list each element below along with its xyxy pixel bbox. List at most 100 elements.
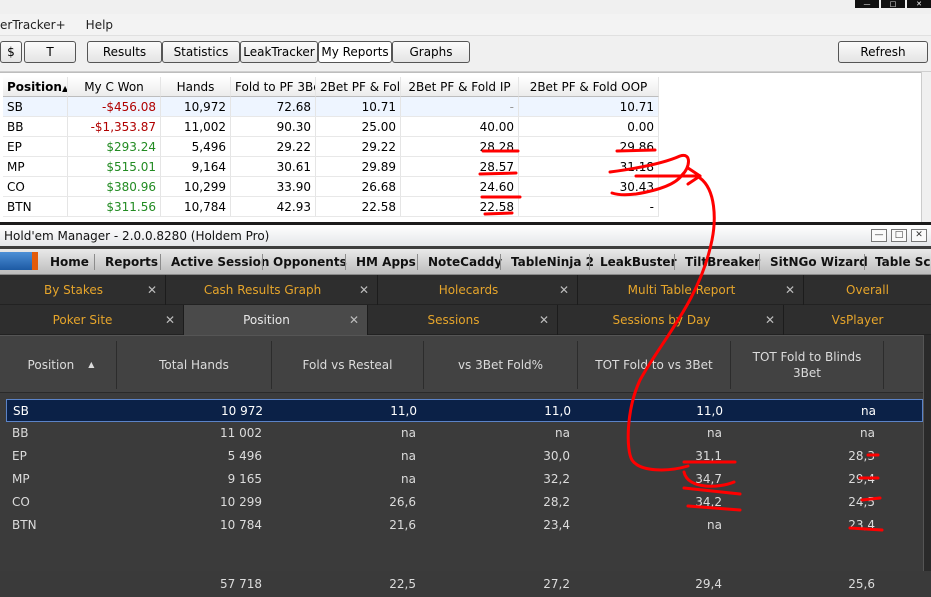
tab-multi-table-report[interactable]: Multi Table Report ✕ — [578, 275, 804, 305]
tab-label: Cash Results Graph — [203, 283, 322, 297]
col-header-position[interactable]: Position▲ — [3, 77, 68, 97]
table-cell: 9,164 — [161, 157, 231, 177]
holdem-manager-window: Hold'em Manager - 2.0.0.8280 (Holdem Pro… — [0, 222, 931, 597]
col-header-2bet-fold-ip[interactable]: 2Bet PF & Fold IP — [401, 77, 519, 97]
myreports-button[interactable]: My Reports — [318, 41, 392, 63]
tab-cash-results-graph[interactable]: Cash Results Graph ✕ — [166, 275, 378, 305]
footer-tot-fold-blinds-3bet: 25,6 — [848, 577, 875, 591]
hm-logo-icon[interactable] — [0, 252, 38, 270]
close-tab-icon[interactable]: ✕ — [147, 275, 157, 305]
close-tab-icon[interactable]: ✕ — [165, 305, 175, 335]
table-cell: 10,972 — [161, 97, 231, 117]
menu-item-active-session[interactable]: Active Session — [171, 249, 269, 275]
dollar-button[interactable]: $ — [0, 41, 22, 63]
table-cell: 28,3 — [848, 449, 875, 463]
close-tab-icon[interactable]: ✕ — [559, 275, 569, 305]
hm-window-title: Hold'em Manager - 2.0.0.8280 (Holdem Pro… — [4, 229, 270, 243]
col-header-fold-vs-resteal[interactable]: Fold vs Resteal — [272, 341, 424, 389]
table-row[interactable]: CO 10 299 26,6 28,2 34,2 24,5 — [6, 491, 923, 514]
menu-item-hm-apps[interactable]: HM Apps — [356, 249, 416, 275]
close-tab-icon[interactable]: ✕ — [349, 305, 359, 335]
tab-position[interactable]: Position ✕ — [184, 305, 368, 335]
menu-item-sitngo-wizard[interactable]: SitNGo Wizard — [770, 249, 868, 275]
table-row[interactable]: MP $515.01 9,164 30.61 29.89 28.57 31.18 — [3, 157, 659, 177]
tab-poker-site[interactable]: Poker Site ✕ — [0, 305, 184, 335]
table-cell: 29.86 — [519, 137, 659, 157]
tab-sessions[interactable]: Sessions ✕ — [368, 305, 558, 335]
table-cell: 23,4 — [543, 518, 570, 532]
menu-item-reports[interactable]: Reports — [105, 249, 158, 275]
close-tab-icon[interactable]: ✕ — [539, 305, 549, 335]
table-row[interactable]: BTN $311.56 10,784 42.93 22.58 22.58- — [3, 197, 659, 217]
col-header-position-label: Position — [7, 80, 62, 94]
table-row[interactable]: BB 11 002 na na na na — [6, 422, 923, 445]
results-button[interactable]: Results — [87, 41, 162, 63]
table-cell: $293.24 — [68, 137, 161, 157]
minimize-icon[interactable]: — — [855, 0, 879, 8]
pt-scrollbar[interactable] — [921, 72, 931, 222]
col-header-tot-fold-vs-3bet[interactable]: TOT Fold to vs 3Bet — [578, 341, 731, 389]
t-button[interactable]: T — [24, 41, 76, 63]
table-cell: na — [861, 404, 876, 418]
close-tab-icon[interactable]: ✕ — [765, 305, 775, 335]
table-cell: 24,5 — [848, 495, 875, 509]
col-header-tot-fold-blinds-3bet[interactable]: TOT Fold to Blinds 3Bet — [731, 341, 884, 389]
menu-item-leakbuster[interactable]: LeakBuster — [600, 249, 677, 275]
menu-item-tiltbreaker[interactable]: TiltBreaker — [685, 249, 760, 275]
col-header-vs-3bet-fold[interactable]: vs 3Bet Fold% — [424, 341, 578, 389]
table-row[interactable]: EP 5 496 na 30,0 31,1 28,3 — [6, 445, 923, 468]
maximize-icon[interactable]: □ — [891, 229, 907, 242]
close-tab-icon[interactable]: ✕ — [359, 275, 369, 305]
col-header-total-hands[interactable]: Total Hands — [117, 341, 272, 389]
table-cell: 23,4 — [848, 518, 875, 532]
statistics-button[interactable]: Statistics — [162, 41, 240, 63]
table-cell: 5 496 — [227, 449, 262, 463]
pt-title-strip: — □ ✕ — [0, 0, 931, 14]
col-header-2bet-fold-oop[interactable]: 2Bet PF & Fold OOP — [519, 77, 659, 97]
menu-item-help[interactable]: Help — [76, 18, 123, 32]
menu-item-opponents[interactable]: Opponents — [273, 249, 347, 275]
refresh-button[interactable]: Refresh — [838, 41, 928, 63]
table-cell: 0.00 — [519, 117, 659, 137]
tab-sessions-by-day[interactable]: Sessions by Day ✕ — [558, 305, 784, 335]
table-row[interactable]: CO $380.96 10,299 33.90 26.68 24.60 30.43 — [3, 177, 659, 197]
close-icon[interactable]: ✕ — [911, 229, 927, 242]
table-cell: 29.22 — [316, 137, 401, 157]
tab-label: VsPlayer — [831, 313, 884, 327]
tab-holecards[interactable]: Holecards ✕ — [378, 275, 578, 305]
table-row[interactable]: BB -$1,353.87 11,002 90.30 25.00 40.00 0.00 — [3, 117, 659, 137]
table-row[interactable]: EP $293.24 5,496 29.22 29.22 28.28 29.86 — [3, 137, 659, 157]
col-header-won[interactable]: My C Won — [68, 77, 161, 97]
tab-by-stakes[interactable]: By Stakes ✕ — [0, 275, 166, 305]
hm-grid-footer: 57 718 22,5 27,2 29,4 25,6 — [0, 571, 931, 597]
tab-vsplayer[interactable]: VsPlayer — [784, 305, 931, 335]
table-cell: 10,299 — [161, 177, 231, 197]
table-cell: MP — [12, 472, 30, 486]
menu-item-app[interactable]: erTracker+ — [0, 18, 76, 32]
col-header-2bet-fold[interactable]: 2Bet PF & Fold — [316, 77, 401, 97]
menu-item-table-scan[interactable]: Table Scan — [875, 249, 931, 275]
graphs-button[interactable]: Graphs — [392, 41, 470, 63]
table-row[interactable]: SB -$456.08 10,972 72.68 10.71-10.71 — [3, 97, 659, 117]
close-tab-icon[interactable]: ✕ — [785, 275, 795, 305]
leaktracker-button[interactable]: LeakTracker — [240, 41, 318, 63]
table-row[interactable]: MP 9 165 na 32,2 34,7 29,4 — [6, 468, 923, 491]
menu-item-tableninja[interactable]: TableNinja 2 — [511, 249, 594, 275]
col-header-fold-pf-3bet[interactable]: Fold to PF 3Bet — [231, 77, 316, 97]
pt-report-table: Position▲ My C Won Hands Fold to PF 3Bet… — [0, 72, 931, 222]
col-header-hands[interactable]: Hands — [161, 77, 231, 97]
table-cell: 10 972 — [221, 404, 263, 418]
table-cell: 11 002 — [220, 426, 262, 440]
table-row[interactable]: SB 10 972 11,0 11,0 11,0 na — [6, 399, 923, 422]
hm-scrollbar[interactable] — [923, 335, 931, 597]
col-header-position[interactable]: Position▲ — [6, 341, 117, 389]
hm-window-controls: — □ ✕ — [871, 229, 927, 242]
close-icon[interactable]: ✕ — [907, 0, 931, 8]
maximize-icon[interactable]: □ — [881, 0, 905, 8]
tab-overall[interactable]: Overall — [804, 275, 931, 305]
minimize-icon[interactable]: — — [871, 229, 887, 242]
menu-item-home[interactable]: Home — [50, 249, 89, 275]
menu-item-notecaddy[interactable]: NoteCaddy — [428, 249, 502, 275]
table-row[interactable]: BTN 10 784 21,6 23,4 na 23,4 — [6, 514, 923, 537]
pokertracker-window: — □ ✕ erTracker+ Help $ T Results Statis… — [0, 0, 931, 222]
